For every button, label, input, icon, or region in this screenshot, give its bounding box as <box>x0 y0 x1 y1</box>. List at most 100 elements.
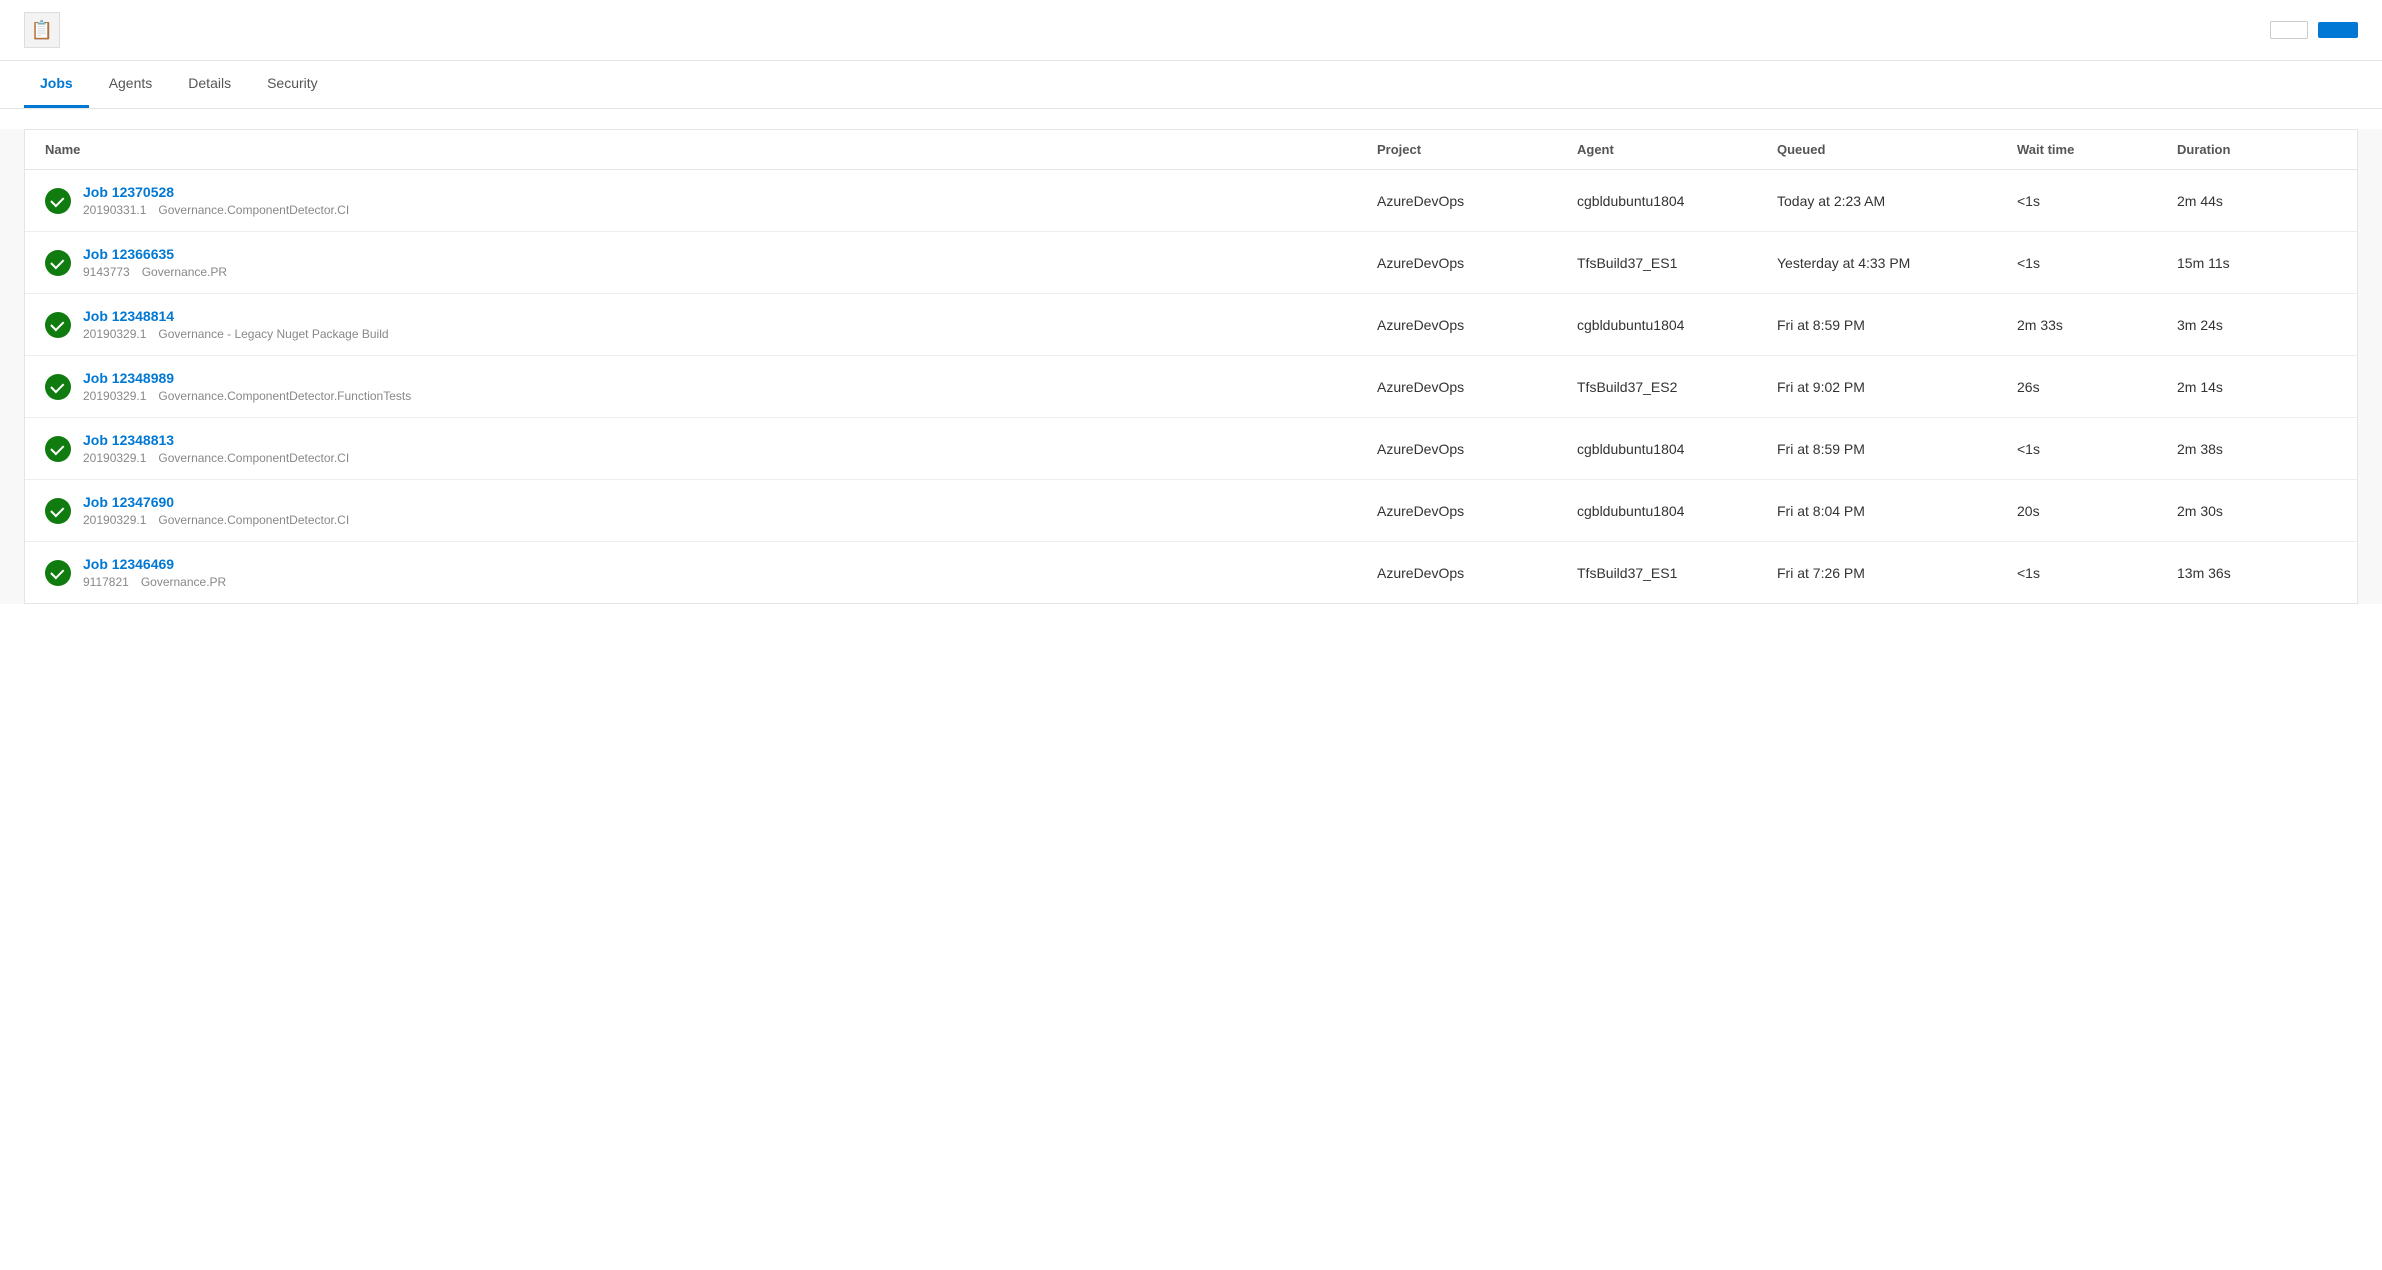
job-duration: 3m 24s <box>2177 317 2337 333</box>
job-duration: 13m 36s <box>2177 565 2337 581</box>
job-desc: Governance.ComponentDetector.FunctionTes… <box>158 389 411 403</box>
job-info: Job 12347690 20190329.1 Governance.Compo… <box>83 494 349 527</box>
job-name-link[interactable]: Job 12348814 <box>83 308 389 324</box>
job-info: Job 12346469 9117821 Governance.PR <box>83 556 226 589</box>
app-icon: 📋 <box>24 12 60 48</box>
col-name: Name <box>45 142 1377 157</box>
job-id: 20190329.1 <box>83 327 146 341</box>
job-info: Job 12370528 20190331.1 Governance.Compo… <box>83 184 349 217</box>
job-queued: Yesterday at 4:33 PM <box>1777 255 2017 271</box>
job-cell: Job 12370528 20190331.1 Governance.Compo… <box>45 184 1377 217</box>
job-project: AzureDevOps <box>1377 317 1577 333</box>
job-name-link[interactable]: Job 12346469 <box>83 556 226 572</box>
job-cell: Job 12348813 20190329.1 Governance.Compo… <box>45 432 1377 465</box>
update-all-agents-button[interactable] <box>2270 21 2308 39</box>
status-success-icon <box>45 188 71 214</box>
job-duration: 2m 30s <box>2177 503 2337 519</box>
col-duration: Duration <box>2177 142 2337 157</box>
job-id: 20190329.1 <box>83 513 146 527</box>
job-cell: Job 12347690 20190329.1 Governance.Compo… <box>45 494 1377 527</box>
job-desc: Governance.PR <box>142 265 227 279</box>
table-row: Job 12346469 9117821 Governance.PR Azure… <box>25 542 2357 603</box>
table-row: Job 12348813 20190329.1 Governance.Compo… <box>25 418 2357 480</box>
job-meta: 20190329.1 Governance.ComponentDetector.… <box>83 451 349 465</box>
job-name-link[interactable]: Job 12347690 <box>83 494 349 510</box>
job-id: 20190329.1 <box>83 451 146 465</box>
job-desc: Governance.ComponentDetector.CI <box>158 203 349 217</box>
job-meta: 20190331.1 Governance.ComponentDetector.… <box>83 203 349 217</box>
table-row: Job 12366635 9143773 Governance.PR Azure… <box>25 232 2357 294</box>
job-meta: 20190329.1 Governance.ComponentDetector.… <box>83 389 411 403</box>
job-info: Job 12348989 20190329.1 Governance.Compo… <box>83 370 411 403</box>
job-queued: Today at 2:23 AM <box>1777 193 2017 209</box>
jobs-table: Name Project Agent Queued Wait time Dura… <box>24 129 2358 604</box>
tab-jobs[interactable]: Jobs <box>24 61 89 108</box>
job-name-link[interactable]: Job 12366635 <box>83 246 227 262</box>
status-success-icon <box>45 250 71 276</box>
table-body: Job 12370528 20190331.1 Governance.Compo… <box>25 170 2357 603</box>
table-row: Job 12347690 20190329.1 Governance.Compo… <box>25 480 2357 542</box>
job-name-link[interactable]: Job 12348989 <box>83 370 411 386</box>
job-name-link[interactable]: Job 12348813 <box>83 432 349 448</box>
job-desc: Governance.ComponentDetector.CI <box>158 451 349 465</box>
table-header: Name Project Agent Queued Wait time Dura… <box>25 130 2357 170</box>
new-agent-button[interactable] <box>2318 22 2358 38</box>
header-left: 📋 <box>24 12 72 48</box>
job-desc: Governance - Legacy Nuget Package Build <box>158 327 388 341</box>
job-agent: cgbldubuntu1804 <box>1577 193 1777 209</box>
job-project: AzureDevOps <box>1377 565 1577 581</box>
table-row: Job 12348814 20190329.1 Governance - Leg… <box>25 294 2357 356</box>
status-success-icon <box>45 560 71 586</box>
job-cell: Job 12366635 9143773 Governance.PR <box>45 246 1377 279</box>
job-duration: 2m 44s <box>2177 193 2337 209</box>
job-wait-time: 20s <box>2017 503 2177 519</box>
job-queued: Fri at 8:59 PM <box>1777 441 2017 457</box>
main-content: Name Project Agent Queued Wait time Dura… <box>0 129 2382 604</box>
job-info: Job 12348814 20190329.1 Governance - Leg… <box>83 308 389 341</box>
header-actions <box>2270 21 2358 39</box>
job-agent: cgbldubuntu1804 <box>1577 441 1777 457</box>
job-project: AzureDevOps <box>1377 503 1577 519</box>
page-header: 📋 <box>0 0 2382 61</box>
job-wait-time: <1s <box>2017 255 2177 271</box>
job-wait-time: 26s <box>2017 379 2177 395</box>
table-row: Job 12348989 20190329.1 Governance.Compo… <box>25 356 2357 418</box>
col-queued: Queued <box>1777 142 2017 157</box>
job-meta: 9143773 Governance.PR <box>83 265 227 279</box>
job-wait-time: <1s <box>2017 565 2177 581</box>
job-agent: TfsBuild37_ES2 <box>1577 379 1777 395</box>
tab-bar: Jobs Agents Details Security <box>0 61 2382 109</box>
status-success-icon <box>45 498 71 524</box>
job-project: AzureDevOps <box>1377 255 1577 271</box>
job-cell: Job 12348814 20190329.1 Governance - Leg… <box>45 308 1377 341</box>
col-agent: Agent <box>1577 142 1777 157</box>
job-desc: Governance.PR <box>141 575 226 589</box>
job-cell: Job 12346469 9117821 Governance.PR <box>45 556 1377 589</box>
job-agent: TfsBuild37_ES1 <box>1577 255 1777 271</box>
job-id: 20190329.1 <box>83 389 146 403</box>
job-duration: 15m 11s <box>2177 255 2337 271</box>
col-wait-time: Wait time <box>2017 142 2177 157</box>
job-queued: Fri at 8:04 PM <box>1777 503 2017 519</box>
job-duration: 2m 14s <box>2177 379 2337 395</box>
job-cell: Job 12348989 20190329.1 Governance.Compo… <box>45 370 1377 403</box>
tab-agents[interactable]: Agents <box>93 61 169 108</box>
status-success-icon <box>45 374 71 400</box>
job-desc: Governance.ComponentDetector.CI <box>158 513 349 527</box>
job-meta: 9117821 Governance.PR <box>83 575 226 589</box>
job-agent: TfsBuild37_ES1 <box>1577 565 1777 581</box>
job-duration: 2m 38s <box>2177 441 2337 457</box>
table-row: Job 12370528 20190331.1 Governance.Compo… <box>25 170 2357 232</box>
job-meta: 20190329.1 Governance - Legacy Nuget Pac… <box>83 327 389 341</box>
status-success-icon <box>45 312 71 338</box>
job-wait-time: 2m 33s <box>2017 317 2177 333</box>
job-queued: Fri at 7:26 PM <box>1777 565 2017 581</box>
job-id: 20190331.1 <box>83 203 146 217</box>
job-name-link[interactable]: Job 12370528 <box>83 184 349 200</box>
tab-details[interactable]: Details <box>172 61 247 108</box>
job-project: AzureDevOps <box>1377 379 1577 395</box>
job-project: AzureDevOps <box>1377 441 1577 457</box>
job-info: Job 12366635 9143773 Governance.PR <box>83 246 227 279</box>
tab-security[interactable]: Security <box>251 61 334 108</box>
job-queued: Fri at 9:02 PM <box>1777 379 2017 395</box>
